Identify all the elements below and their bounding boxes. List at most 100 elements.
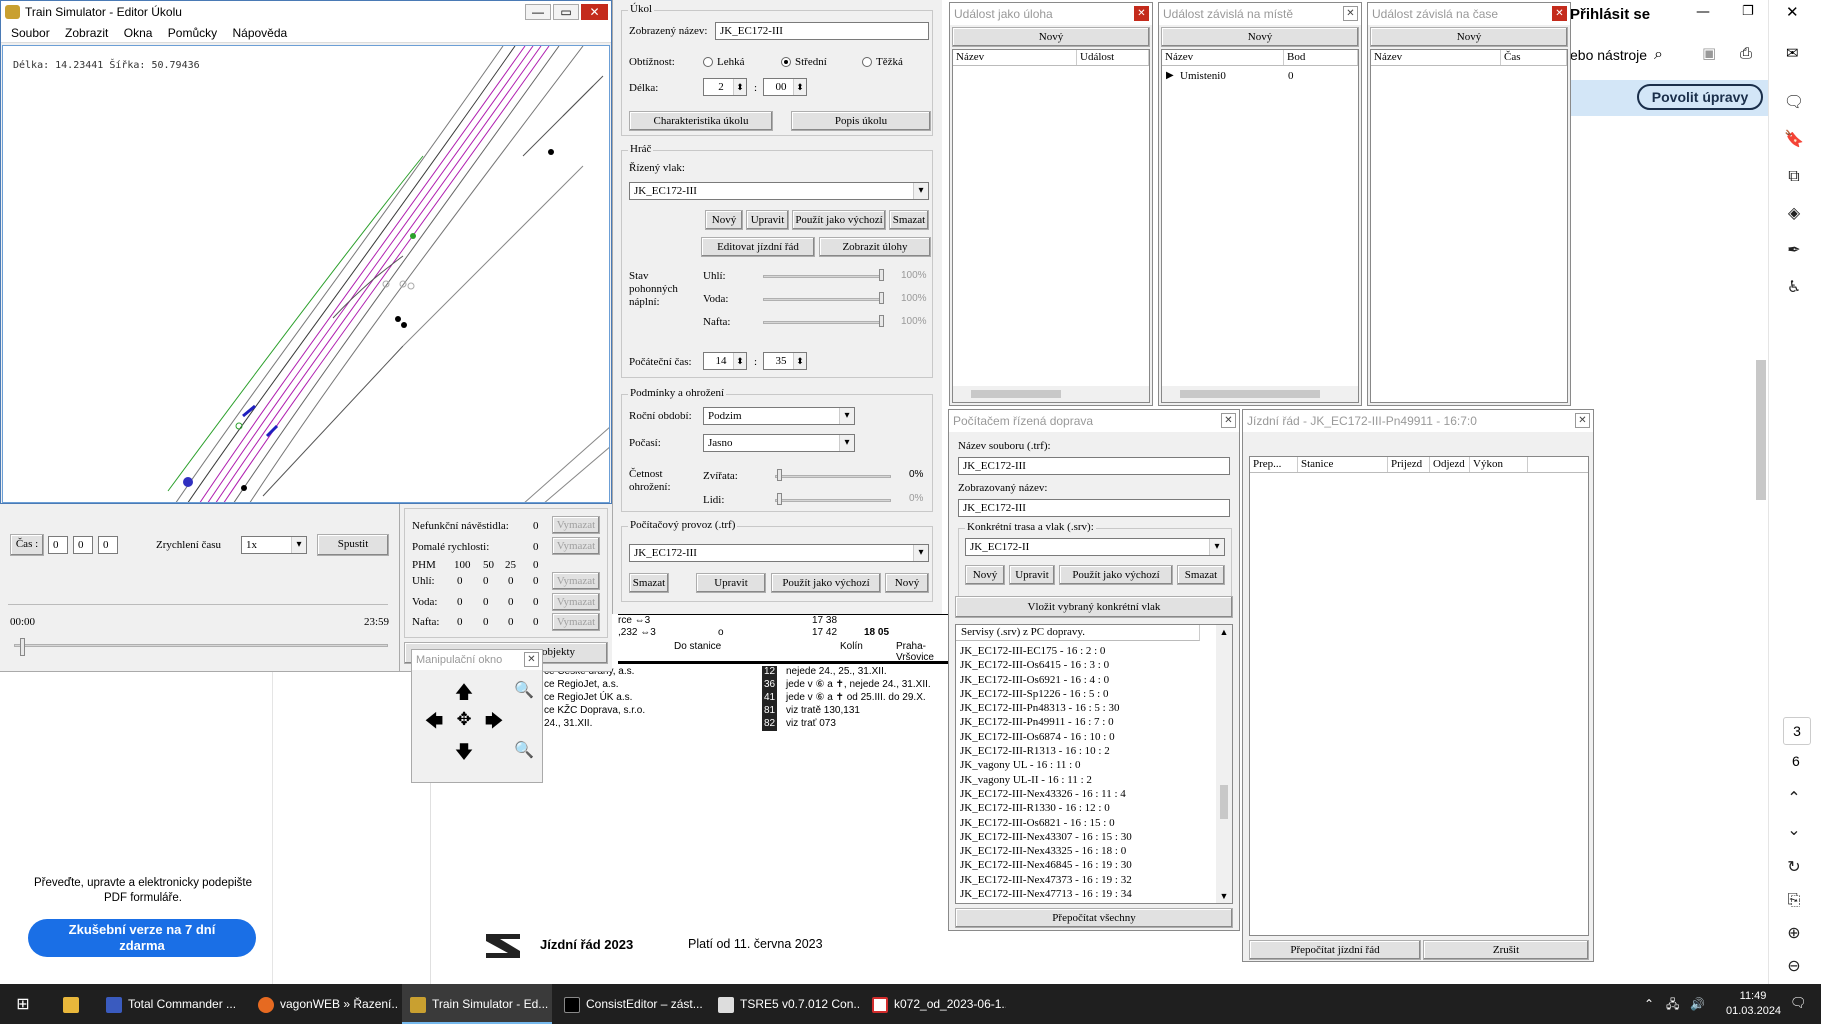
taskbar-item-total-commander[interactable]: Total Commander ...	[96, 984, 248, 1024]
start-button[interactable]: Spustit	[317, 534, 389, 556]
login-link[interactable]: Přihlásit se	[1570, 6, 1650, 23]
bookmark-icon[interactable]: 🔖	[1782, 127, 1806, 151]
clear-button[interactable]: Vymazat	[552, 537, 600, 555]
file-explorer-icon[interactable]	[54, 984, 88, 1024]
col-station[interactable]: Stanice	[1298, 457, 1388, 472]
sign-icon[interactable]: ✒	[1782, 238, 1806, 262]
zoom-in-icon[interactable]: 🔍	[512, 680, 536, 704]
minimize-icon[interactable]: —	[1696, 4, 1710, 20]
col-prep[interactable]: Prep...	[1250, 457, 1298, 472]
start-minutes[interactable]: 35	[763, 352, 807, 370]
close-button[interactable]: ✕	[1134, 6, 1149, 21]
clear-button[interactable]: Vymazat	[552, 572, 600, 590]
route-default-button[interactable]: Použít jako výchozí	[1059, 565, 1173, 585]
maximize-icon[interactable]: ❐	[1742, 4, 1754, 19]
list-item[interactable]: JK_EC172-III-Os6921 - 16 : 4 : 0	[960, 673, 1200, 687]
accessibility-icon[interactable]: ♿	[1782, 275, 1806, 299]
cancel-button[interactable]: Zrušit	[1423, 940, 1589, 960]
traffic-default-button[interactable]: Použít jako výchozí	[771, 573, 881, 593]
train-delete-button[interactable]: Smazat	[889, 210, 929, 230]
arrow-up-icon[interactable]: 🡅	[452, 680, 476, 704]
coal-slider[interactable]	[763, 275, 883, 278]
event-time-new-button[interactable]: Nový	[1370, 27, 1568, 47]
file-input[interactable]: JK_EC172-III	[958, 457, 1230, 475]
timeline-thumb[interactable]	[20, 638, 25, 656]
event-task-new-button[interactable]: Nový	[952, 27, 1150, 47]
start-hours[interactable]: 14	[703, 352, 747, 370]
volume-icon[interactable]: 🔊	[1690, 984, 1708, 1024]
zoom-out-icon[interactable]: 🔍	[512, 740, 536, 764]
menu-tools[interactable]: Pomůcky	[168, 26, 217, 40]
mail-icon[interactable]: ✉	[1786, 44, 1799, 62]
list-item[interactable]: JK_vagony UL-II - 16 : 11 : 2	[960, 773, 1200, 787]
arrow-left-icon[interactable]: 🡄	[422, 709, 446, 733]
menu-help[interactable]: Nápověda	[232, 26, 287, 40]
train-edit-button[interactable]: Upravit	[746, 210, 789, 230]
list-item[interactable]: JK_EC172-III-Pn48313 - 16 : 5 : 30	[960, 701, 1200, 715]
move-center-icon[interactable]: ✥	[452, 709, 476, 733]
close-button[interactable]: ✕	[1221, 413, 1236, 428]
clear-button[interactable]: Vymazat	[552, 593, 600, 611]
list-item[interactable]: JK_EC172-III-Nex43326 - 16 : 11 : 4	[960, 787, 1200, 801]
timetable-titlebar[interactable]: Jízdní řád - JK_EC172-III-Pn49911 - 16:7…	[1243, 410, 1593, 432]
diesel-thumb[interactable]	[879, 315, 884, 327]
notifications-icon[interactable]: 🗨	[1790, 984, 1810, 1024]
event-place-titlebar[interactable]: Událost závislá na místě ✕	[1159, 3, 1361, 25]
tray-chevron-icon[interactable]: ⌃	[1644, 984, 1658, 1024]
water-thumb[interactable]	[879, 292, 884, 304]
event-task-list[interactable]: Název Událost	[952, 49, 1150, 403]
pages-icon[interactable]: ⧉	[1782, 164, 1806, 188]
close-button[interactable]: ✕	[1343, 6, 1358, 21]
taskbar-item-tsre5[interactable]: TSRE5 v0.7.012 Con...	[710, 984, 860, 1024]
list-item[interactable]: JK_EC172-III-R 48273 - 16 : 20 : 26	[960, 901, 1200, 903]
list-item[interactable]: JK_EC172-III-R1330 - 16 : 12 : 0	[960, 801, 1200, 815]
list-item[interactable]: JK_EC172-III-Nex47373 - 16 : 19 : 32	[960, 873, 1200, 887]
list-item[interactable]: JK_EC172-III-Nex43325 - 16 : 18 : 0	[960, 844, 1200, 858]
map-titlebar[interactable]: Train Simulator - Editor Úkolu — ▭ ✕	[1, 1, 611, 23]
network-icon[interactable]: 🖧	[1666, 984, 1684, 1024]
time-button[interactable]: Čas :	[10, 534, 44, 556]
list-item[interactable]: JK_EC172-III-Nex47713 - 16 : 19 : 34	[960, 887, 1200, 901]
zoom-out-icon[interactable]: ⊖	[1782, 954, 1806, 978]
recalc-all-button[interactable]: Přepočítat všechny	[955, 908, 1233, 928]
taskbar-item-consist-editor[interactable]: ConsistEditor – zást...	[556, 984, 706, 1024]
menu-file[interactable]: Soubor	[11, 26, 50, 40]
length-minutes[interactable]: 00	[763, 78, 807, 96]
length-hours[interactable]: 2	[703, 78, 747, 96]
traffic-edit-button[interactable]: Upravit	[696, 573, 766, 593]
layers-icon[interactable]: ◈	[1782, 201, 1806, 225]
event-place-new-button[interactable]: Nový	[1161, 27, 1359, 47]
chevron-down-icon[interactable]: ⌄	[1782, 818, 1806, 842]
characteristics-button[interactable]: Charakteristika úkolu	[629, 111, 773, 131]
print-icon[interactable]: ⎙	[1740, 44, 1752, 62]
tools-label[interactable]: ebo nástroje	[1570, 47, 1647, 63]
time-minutes[interactable]: 0	[73, 536, 93, 554]
animals-slider[interactable]	[775, 475, 891, 478]
list-item[interactable]: JK_EC172-III-Os6415 - 16 : 3 : 0	[960, 658, 1200, 672]
route-new-button[interactable]: Nový	[965, 565, 1005, 585]
people-thumb[interactable]	[777, 493, 782, 505]
event-place-list[interactable]: Název Bod ▶ Umisteni0 0	[1161, 49, 1359, 403]
timetable-list[interactable]: Prep... Stanice Prijezd Odjezd Výkon	[1249, 456, 1589, 936]
search-icon[interactable]: ⌕	[1654, 44, 1663, 64]
people-slider[interactable]	[775, 499, 891, 502]
expand-arrow-icon[interactable]: ▶	[1166, 70, 1174, 81]
list-item[interactable]: JK_EC172-III-Os6821 - 16 : 15 : 0	[960, 816, 1200, 830]
taskbar-item-train-simulator[interactable]: Train Simulator - Ed...	[402, 984, 552, 1024]
pdf-scrollbar[interactable]	[1756, 360, 1766, 500]
trial-button[interactable]: Zkušební verze na 7 dní zdarma	[28, 919, 256, 957]
arrow-right-icon[interactable]: 🡆	[482, 709, 506, 733]
display-name-input[interactable]: JK_EC172-III	[958, 499, 1230, 517]
insert-train-button[interactable]: Vložit vybraný konkrétní vlak	[955, 596, 1233, 618]
taskbar-item-firefox[interactable]: vagonWEB » Řazení...	[252, 984, 398, 1024]
list-item[interactable]: JK_EC172-III-Pn49911 - 16 : 7 : 0	[960, 715, 1200, 729]
chevron-up-icon[interactable]: ⌃	[1782, 786, 1806, 810]
col-departure[interactable]: Odjezd	[1430, 457, 1470, 472]
start-button[interactable]: ⊞	[6, 984, 40, 1024]
export-icon[interactable]: ⎘	[1782, 888, 1806, 912]
route-delete-button[interactable]: Smazat	[1177, 565, 1225, 585]
train-new-button[interactable]: Nový	[705, 210, 743, 230]
taskbar-item-pdf[interactable]: k072_od_2023-06-1...	[864, 984, 1006, 1024]
difficulty-easy[interactable]: Lehká	[703, 56, 744, 68]
weather-select[interactable]: Jasno	[703, 434, 855, 452]
